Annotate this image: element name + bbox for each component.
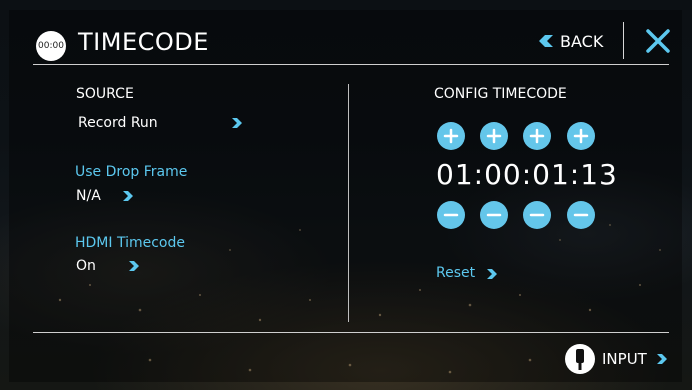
- drop-frame-label: Use Drop Frame: [75, 164, 188, 180]
- minutes-increment-button[interactable]: [480, 122, 508, 150]
- close-button[interactable]: [643, 26, 673, 56]
- reset-button[interactable]: Reset: [436, 265, 475, 281]
- hdmi-timecode-chevron-right-icon[interactable]: [128, 260, 140, 272]
- hdmi-timecode-value[interactable]: On: [76, 258, 96, 274]
- minus-icon: [486, 213, 502, 217]
- panel-divider: [348, 84, 349, 322]
- chevron-left-icon: [539, 35, 553, 47]
- minus-icon: [529, 213, 545, 217]
- seconds-increment-button[interactable]: [523, 122, 551, 150]
- header-divider: [623, 22, 624, 59]
- hours-increment-button[interactable]: [437, 122, 465, 150]
- source-label: SOURCE: [76, 86, 134, 102]
- hours-decrement-button[interactable]: [437, 201, 465, 229]
- plus-icon: [573, 128, 589, 144]
- frames-increment-button[interactable]: [567, 122, 595, 150]
- plus-icon: [486, 128, 502, 144]
- page-title: TIMECODE: [78, 28, 209, 56]
- minus-icon: [443, 213, 459, 217]
- footer-rule: [33, 332, 669, 333]
- clock-badge-icon: 00:00: [36, 31, 66, 61]
- reset-chevron-right-icon[interactable]: [486, 268, 498, 280]
- minutes-decrement-button[interactable]: [480, 201, 508, 229]
- drop-frame-value[interactable]: N/A: [76, 188, 101, 204]
- close-icon: [646, 29, 670, 53]
- config-timecode-title: CONFIG TIMECODE: [434, 86, 567, 102]
- minus-icon: [573, 213, 589, 217]
- header-rule: [33, 64, 669, 65]
- timecode-display: 01:00:01:13: [436, 158, 618, 191]
- input-button[interactable]: INPUT: [602, 350, 647, 368]
- plus-icon: [443, 128, 459, 144]
- input-chevron-right-icon[interactable]: [656, 353, 668, 365]
- back-button[interactable]: BACK: [538, 30, 603, 52]
- seconds-decrement-button[interactable]: [523, 201, 551, 229]
- dialog-panel: [9, 10, 682, 382]
- source-value[interactable]: Record Run: [78, 115, 158, 131]
- hdmi-timecode-label: HDMI Timecode: [75, 235, 185, 251]
- back-label: BACK: [560, 31, 604, 51]
- plus-icon: [529, 128, 545, 144]
- input-connector-icon[interactable]: [564, 343, 596, 375]
- frames-decrement-button[interactable]: [567, 201, 595, 229]
- drop-frame-chevron-right-icon[interactable]: [122, 190, 134, 202]
- source-chevron-right-icon[interactable]: [231, 117, 243, 129]
